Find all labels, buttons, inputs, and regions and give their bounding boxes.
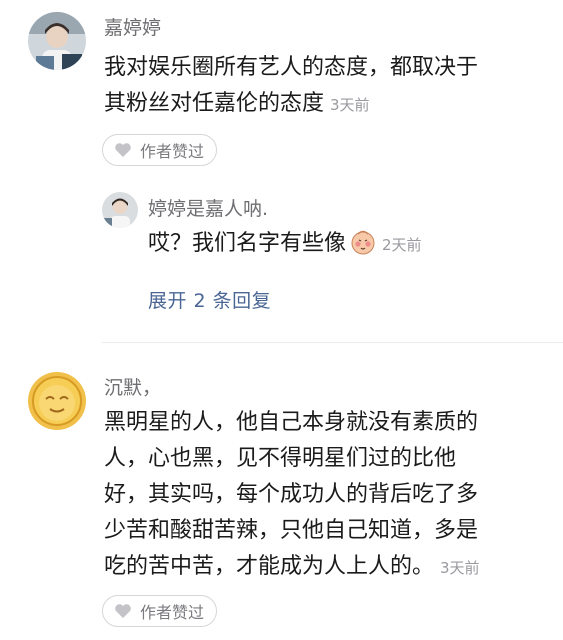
comment-text: 我对娱乐圈所有艺人的态度，都取决于 其粉丝对任嘉伦的态度 3天前 bbox=[104, 50, 478, 123]
comment-text: 黑明星的人，他自己本身就没有素质的 人，心也黑，见不得明星们过的比他 好，其实吗… bbox=[104, 405, 480, 586]
author-liked-label: 作者赞过 bbox=[140, 603, 205, 622]
author-liked-label: 作者赞过 bbox=[140, 142, 205, 161]
comment-username[interactable]: 嘉婷婷 bbox=[104, 13, 161, 40]
expand-replies-link[interactable]: 展开 2 条回复 bbox=[148, 286, 271, 313]
comment-text-line: 其粉丝对任嘉伦的态度 3天前 bbox=[104, 86, 478, 123]
avatar[interactable] bbox=[28, 372, 86, 430]
comment-text-line: 好，其实吗，每个成功人的背后吃了多 bbox=[104, 482, 479, 507]
comment-text-line: 其粉丝对任嘉伦的态度 bbox=[104, 91, 325, 116]
comment-text-line: 吃的苦中苦，才能成为人上人的。 3天前 bbox=[104, 549, 480, 586]
avatar[interactable] bbox=[28, 12, 86, 70]
comment-time: 3天前 bbox=[330, 96, 370, 114]
reply-time: 2天前 bbox=[382, 236, 422, 254]
reply-username[interactable]: 婷婷是嘉人呐. bbox=[148, 194, 268, 221]
comment-text-line: 少苦和酸甜苦辣，只他自己知道，多是 bbox=[104, 518, 479, 543]
reply-text: 哎？我们名字有些像 2天前 bbox=[148, 226, 422, 263]
reply-text-content: 哎？我们名字有些像 bbox=[148, 231, 347, 256]
author-liked-badge: 作者赞过 bbox=[102, 595, 218, 627]
comment-text-line: 黑明星的人，他自己本身就没有素质的 bbox=[104, 410, 479, 435]
author-liked-badge: 作者赞过 bbox=[102, 134, 218, 166]
reply-avatar[interactable] bbox=[102, 192, 138, 228]
heart-icon bbox=[115, 143, 131, 157]
blushing-face-emoji bbox=[351, 230, 375, 255]
heart-icon bbox=[115, 604, 131, 618]
comment-text-line: 我对娱乐圈所有艺人的态度，都取决于 bbox=[104, 55, 479, 80]
comment-text-line: 人，心也黑，见不得明星们过的比他 bbox=[104, 446, 457, 471]
comment-username[interactable]: 沉默， bbox=[104, 373, 161, 400]
comment-text-line: 吃的苦中苦，才能成为人上人的。 bbox=[104, 554, 435, 579]
comment-time: 3天前 bbox=[440, 559, 480, 577]
divider bbox=[102, 342, 563, 343]
